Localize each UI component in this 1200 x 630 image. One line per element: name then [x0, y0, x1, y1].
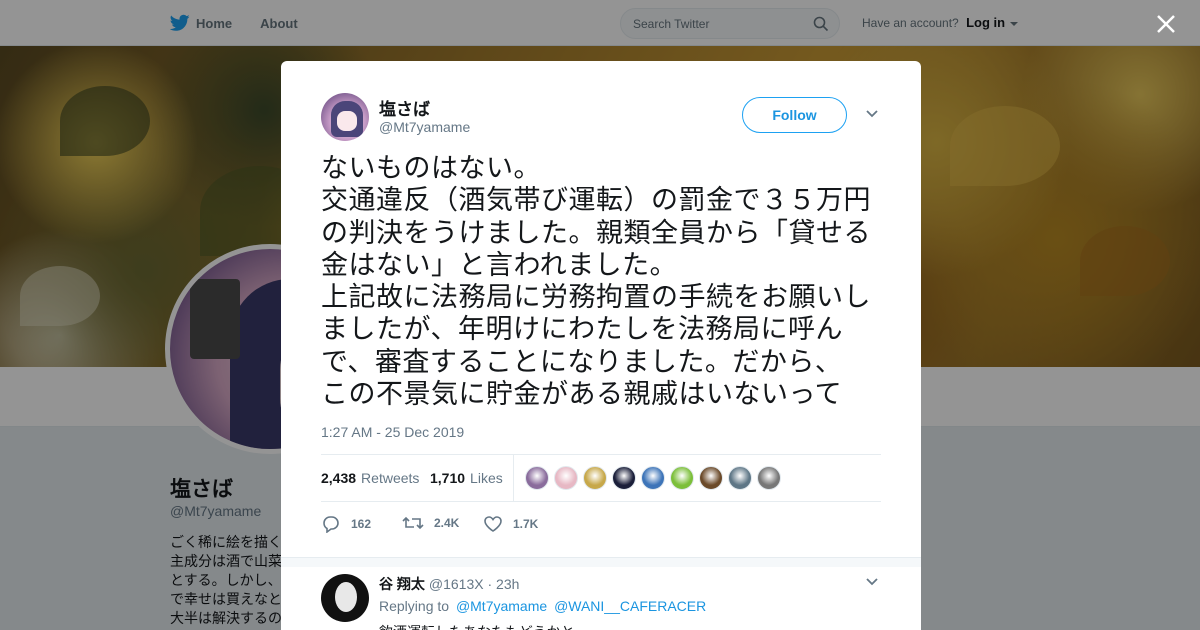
retweet-count: 2.4K	[434, 516, 460, 530]
reply-author-name: 谷 翔太	[379, 576, 425, 592]
tweet-text-line: ましたが、年明けにわたしを法務局に呼ん	[321, 314, 843, 346]
mention-link[interactable]: @Mt7yamame	[456, 598, 547, 614]
tweet-text: ないものはない。 交通違反（酒気帯び運転）の罰金で３５万円 の判決をうけました。…	[321, 153, 891, 411]
reply-author-avatar[interactable]	[321, 574, 369, 622]
mention-link[interactable]: @WANI__CAFERACER	[554, 598, 706, 614]
tweet-text-line: の判決をうけました。親類全員から「貸せる	[321, 217, 871, 249]
replies-separator	[281, 557, 921, 567]
like-count: 1.7K	[513, 517, 539, 531]
likes-label: Likes	[470, 470, 503, 486]
chevron-down-icon[interactable]	[865, 577, 879, 587]
tweet-text-line: で、審査することになりました。だから、	[321, 346, 843, 378]
like-button[interactable]: 1.7K	[483, 515, 538, 533]
liker-avatar[interactable]	[525, 466, 549, 490]
tweet-text-line: この不景気に貯金がある親戚はいないって	[321, 379, 843, 411]
liker-avatar[interactable]	[612, 466, 636, 490]
tweet-text-line: 金はない」と言われました。	[321, 249, 678, 281]
reply-author[interactable]: 谷 翔太 @1613X · 23h	[379, 574, 519, 594]
chevron-down-icon[interactable]	[865, 109, 879, 119]
tweet-stats: 2,438 Retweets 1,710 Likes	[321, 454, 881, 502]
author-handle[interactable]: @Mt7yamame	[379, 119, 470, 135]
retweet-icon	[402, 516, 424, 530]
replying-label: Replying to	[379, 598, 450, 614]
liker-avatar[interactable]	[670, 466, 694, 490]
reply-time: · 23h	[487, 576, 520, 592]
replying-to: Replying to @Mt7yamame @WANI__CAFERACER	[379, 598, 706, 614]
reply-icon	[323, 516, 339, 533]
stat-divider	[513, 455, 514, 501]
reply-text: 飲酒運転したあなたもどうかと	[379, 622, 575, 630]
liker-avatar[interactable]	[728, 466, 752, 490]
tweet-text-line: 交通違反（酒気帯び運転）の罰金で３５万円	[321, 185, 871, 217]
retweets-stat[interactable]: 2,438 Retweets	[321, 470, 419, 486]
likers-list	[525, 466, 786, 490]
liker-avatar[interactable]	[554, 466, 578, 490]
reply-button[interactable]: 162	[321, 515, 371, 533]
retweet-button[interactable]: 2.4K	[402, 515, 459, 531]
liker-avatar[interactable]	[757, 466, 781, 490]
heart-icon	[484, 516, 502, 532]
liker-avatar[interactable]	[641, 466, 665, 490]
author-avatar[interactable]	[321, 93, 369, 141]
tweet-text-line: ないものはない。	[321, 153, 541, 184]
likes-stat[interactable]: 1,710 Likes	[430, 470, 503, 486]
liker-avatar[interactable]	[699, 466, 723, 490]
close-icon[interactable]	[1152, 10, 1180, 38]
tweet-text-line: 上記故に法務局に労務拘置の手続をお願いし	[321, 282, 871, 314]
follow-button[interactable]: Follow	[742, 97, 847, 133]
reply-count: 162	[351, 517, 372, 531]
liker-avatar[interactable]	[583, 466, 607, 490]
reply-author-handle: @1613X	[428, 576, 484, 592]
likes-count: 1,710	[430, 470, 466, 486]
tweet-timestamp[interactable]: 1:27 AM - 25 Dec 2019	[321, 424, 464, 440]
retweets-count: 2,438	[321, 470, 357, 486]
tweet-modal: 塩さば @Mt7yamame Follow ないものはない。 交通違反（酒気帯び…	[281, 61, 921, 630]
author-name[interactable]: 塩さば	[379, 95, 430, 120]
retweets-label: Retweets	[361, 470, 420, 486]
